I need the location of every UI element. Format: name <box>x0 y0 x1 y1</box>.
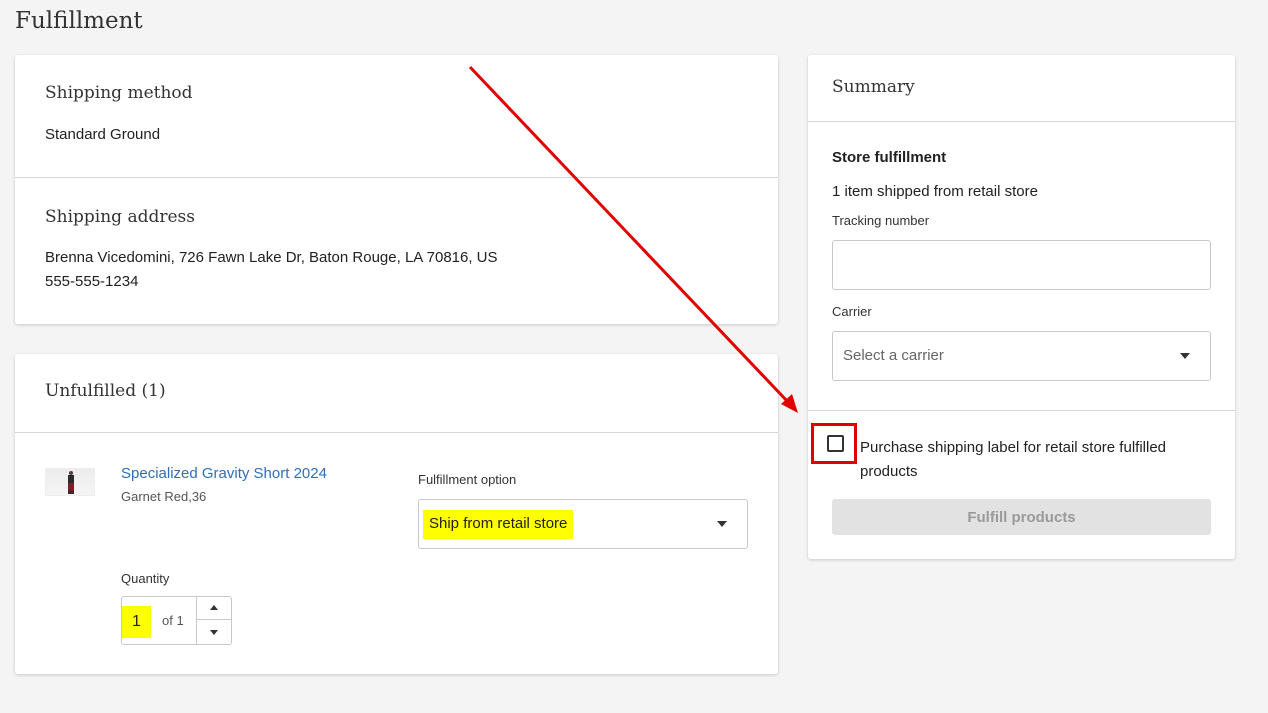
fulfillment-option-select[interactable]: Ship from retail store <box>418 499 748 549</box>
fulfill-products-button[interactable]: Fulfill products <box>832 499 1211 535</box>
shipping-address-title: Shipping address <box>45 207 196 227</box>
divider <box>808 121 1235 122</box>
summary-title: Summary <box>832 77 915 97</box>
shipping-method-title: Shipping method <box>45 83 193 103</box>
quantity-decrement-button[interactable] <box>197 621 232 644</box>
chevron-down-icon <box>1180 353 1190 359</box>
shipping-address-line: Brenna Vicedomini, 726 Fawn Lake Dr, Bat… <box>45 249 498 266</box>
purchase-label-checkbox-label[interactable]: Purchase shipping label for retail store… <box>860 436 1210 484</box>
shipping-address-phone: 555-555-1234 <box>45 273 139 290</box>
tracking-number-label: Tracking number <box>832 213 930 228</box>
divider <box>808 410 1235 411</box>
shipping-method-value: Standard Ground <box>45 126 161 143</box>
fulfillment-option-label: Fulfillment option <box>418 472 517 487</box>
items-shipped-text: 1 item shipped from retail store <box>832 183 1038 200</box>
store-fulfillment-title: Store fulfillment <box>832 149 947 166</box>
quantity-label: Quantity <box>121 571 170 586</box>
quantity-input[interactable]: 1 <box>122 606 151 638</box>
page-title: Fulfillment <box>15 8 143 34</box>
purchase-label-checkbox[interactable] <box>827 435 844 452</box>
summary-card: Summary Store fulfillment 1 item shipped… <box>808 55 1235 559</box>
chevron-down-icon <box>717 521 727 527</box>
product-variant: Garnet Red,36 <box>121 489 207 504</box>
unfulfilled-card: Unfulfilled (1) Specialized Gravity Shor… <box>15 354 778 674</box>
quantity-steps <box>196 597 232 644</box>
stepper-down-icon <box>210 630 218 635</box>
quantity-of-total: of 1 <box>162 613 184 628</box>
divider <box>15 432 778 433</box>
product-thumbnail[interactable] <box>45 468 95 496</box>
divider <box>15 177 778 178</box>
product-name-link[interactable]: Specialized Gravity Short 2024 <box>121 465 327 482</box>
annotation-highlight-box <box>811 423 857 464</box>
fulfillment-option-value: Ship from retail store <box>423 510 574 539</box>
carrier-label: Carrier <box>832 304 872 319</box>
unfulfilled-title: Unfulfilled (1) <box>45 381 166 401</box>
quantity-stepper[interactable]: 1 of 1 <box>121 596 232 645</box>
quantity-increment-button[interactable] <box>197 597 232 620</box>
stepper-up-icon <box>210 605 218 610</box>
product-image <box>67 471 75 495</box>
carrier-placeholder: Select a carrier <box>843 347 944 364</box>
carrier-select[interactable]: Select a carrier <box>832 331 1211 381</box>
shipping-info-card: Shipping method Standard Ground Shipping… <box>15 55 778 324</box>
tracking-number-input[interactable] <box>832 240 1211 290</box>
